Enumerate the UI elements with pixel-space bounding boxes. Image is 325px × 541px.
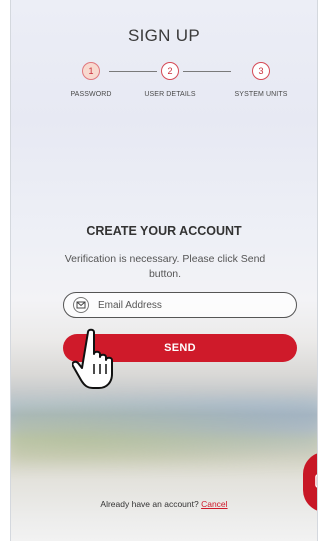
step-2-label: USER DETAILS bbox=[144, 91, 196, 98]
step-3-label: SYSTEM UNITS bbox=[234, 91, 288, 98]
step-1-indicator[interactable]: 1 bbox=[82, 62, 100, 80]
envelope-icon bbox=[73, 297, 89, 313]
email-field[interactable] bbox=[63, 292, 297, 318]
footer-prompt: Already have an account? bbox=[100, 499, 199, 509]
chat-bubble-icon bbox=[315, 474, 317, 488]
signup-stepper: 1 2 3 PASSWORD USER DETAILS SYSTEM UNITS bbox=[11, 62, 317, 102]
step-2-number: 2 bbox=[167, 66, 173, 76]
step-connector bbox=[109, 71, 157, 72]
footer-text: Already have an account? Cancel bbox=[11, 499, 317, 509]
hand-pointer-cursor bbox=[72, 328, 113, 389]
verification-description: Verification is necessary. Please click … bbox=[64, 253, 266, 280]
step-1-label: PASSWORD bbox=[70, 91, 112, 98]
background-landscape bbox=[11, 395, 317, 465]
signup-screen: SIGN UP 1 2 3 PASSWORD USER DETAILS SYST… bbox=[10, 0, 318, 541]
step-connector bbox=[183, 71, 231, 72]
form-heading: CREATE YOUR ACCOUNT bbox=[86, 224, 242, 238]
cancel-link[interactable]: Cancel bbox=[201, 499, 227, 509]
step-1-number: 1 bbox=[88, 66, 94, 76]
email-input[interactable] bbox=[98, 296, 288, 314]
page-title: SIGN UP bbox=[127, 26, 200, 45]
step-3-indicator[interactable]: 3 bbox=[252, 62, 270, 80]
step-3-number: 3 bbox=[258, 66, 264, 76]
step-2-indicator[interactable]: 2 bbox=[161, 62, 179, 80]
